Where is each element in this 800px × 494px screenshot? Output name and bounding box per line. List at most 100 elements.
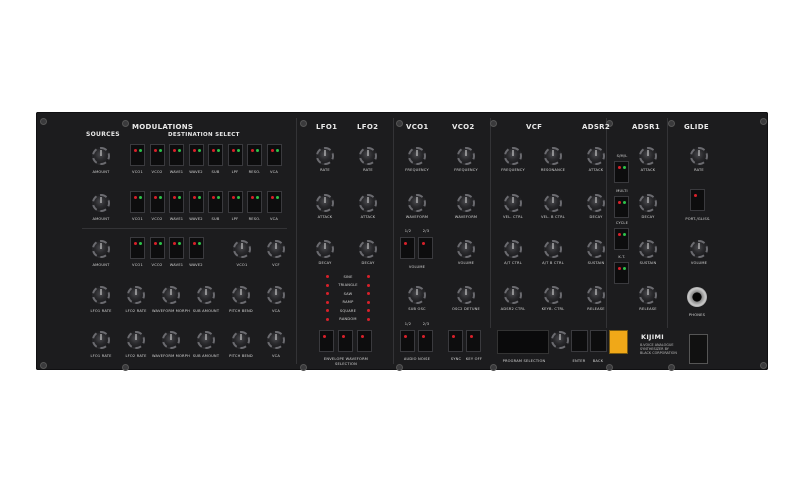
lfo1-decay-knob[interactable]	[316, 240, 334, 258]
vco2-waveform-knob[interactable]	[457, 194, 475, 212]
mod-amount-knob[interactable]	[92, 147, 110, 165]
vcf-at-b-ctrl-knob[interactable]	[544, 240, 562, 258]
mod-control-knob[interactable]	[92, 286, 110, 304]
mod-control-knob[interactable]	[267, 331, 285, 349]
vco1-octave-button-2[interactable]	[418, 237, 433, 259]
mod-control-knob[interactable]	[162, 331, 180, 349]
port-gliss-button[interactable]	[690, 189, 705, 211]
mod-dest-button[interactable]	[247, 144, 262, 166]
adsr-mode-switch[interactable]	[614, 161, 629, 183]
envelope-button-3[interactable]	[357, 330, 372, 352]
vco2-frequency-knob[interactable]	[457, 147, 475, 165]
mod-control-knob[interactable]	[127, 331, 145, 349]
mod-dest-button[interactable]	[188, 144, 204, 166]
vco2-volume-knob[interactable]	[457, 240, 475, 258]
envelope-button-1[interactable]	[319, 330, 334, 352]
lfo1-rate-knob[interactable]	[316, 147, 334, 165]
mod-dest-button[interactable]	[130, 237, 145, 259]
mod-dest-button[interactable]	[169, 191, 184, 213]
lfo1-attack-knob[interactable]	[316, 194, 334, 212]
volume-knob[interactable]	[690, 240, 708, 258]
lfo2-attack-knob[interactable]	[359, 194, 377, 212]
glide-rate-knob[interactable]	[690, 147, 708, 165]
vcf-frequency-knob[interactable]	[504, 147, 522, 165]
audio-button-2[interactable]	[418, 330, 433, 352]
mod-control-knob[interactable]	[162, 286, 180, 304]
mod-dest-button[interactable]	[247, 191, 262, 213]
mod-dest-button[interactable]	[169, 237, 184, 259]
adsr-mode-switch[interactable]	[614, 196, 629, 218]
vcf-keyb-ctrl-knob[interactable]	[544, 286, 562, 304]
vco1-octave-button-1[interactable]	[400, 237, 415, 259]
mod-amount-knob[interactable]	[92, 240, 110, 258]
adsr1-sustain-knob[interactable]	[639, 240, 657, 258]
program-selection-knob[interactable]	[551, 331, 569, 349]
mod-dest-button[interactable]	[227, 191, 243, 213]
enter-button[interactable]	[571, 330, 588, 352]
vcf-at-ctrl-knob[interactable]	[504, 240, 522, 258]
mod-dest-button[interactable]	[149, 237, 165, 259]
adsr1-decay-knob[interactable]	[639, 194, 657, 212]
phones-jack[interactable]	[687, 287, 707, 307]
osc2-detune-knob[interactable]	[457, 286, 475, 304]
adsr2-attack-knob[interactable]	[587, 147, 605, 165]
mod-dest-button[interactable]	[227, 144, 243, 166]
mod-control-knob[interactable]	[92, 331, 110, 349]
envelope-button-2[interactable]	[338, 330, 353, 352]
vco1-mod-knob[interactable]	[233, 240, 251, 258]
adsr2-release-knob[interactable]	[587, 286, 605, 304]
mod-amount-knob[interactable]	[92, 194, 110, 212]
vco1-waveform-knob[interactable]	[408, 194, 426, 212]
key-off-label: KEY OFF	[465, 357, 483, 361]
adsr-mode-switch[interactable]	[614, 228, 629, 250]
mod-dest-button[interactable]	[130, 191, 145, 213]
power-switch[interactable]	[689, 334, 708, 364]
adsr2-sustain-knob[interactable]	[587, 240, 605, 258]
key-off-button[interactable]	[466, 330, 481, 352]
mod-control-knob[interactable]	[127, 286, 145, 304]
mod-control-knob[interactable]	[232, 331, 250, 349]
led-indicator	[694, 194, 697, 197]
sub-osc-knob[interactable]	[408, 286, 426, 304]
panel-screw	[122, 120, 129, 127]
led-indicator	[178, 149, 181, 152]
vco1-frequency-knob[interactable]	[408, 147, 426, 165]
mod-control-knob[interactable]	[197, 331, 215, 349]
mod-dest-button[interactable]	[149, 144, 165, 166]
mod-control-knob[interactable]	[197, 286, 215, 304]
mod-control-knob[interactable]	[267, 286, 285, 304]
adsr-mode-switch[interactable]	[614, 262, 629, 284]
vcf-vel-b-ctrl-knob[interactable]	[544, 194, 562, 212]
mod-dest-button[interactable]	[266, 144, 282, 166]
mod-dest-label: VCA	[269, 170, 279, 174]
mod-dest-button[interactable]	[208, 191, 223, 213]
adsr1-release-knob[interactable]	[639, 286, 657, 304]
volume-knob-label: VOLUME	[690, 261, 708, 265]
mod-dest-button[interactable]	[169, 144, 184, 166]
vcf-mod-knob[interactable]	[267, 240, 285, 258]
vcf-adsr2-ctrl-knob[interactable]	[504, 286, 522, 304]
lfo2-rate-knob[interactable]	[359, 147, 377, 165]
lfo2-rate-knob-label: RATE	[363, 168, 373, 172]
audio-button-1[interactable]	[400, 330, 415, 352]
mod-dest-button[interactable]	[266, 191, 282, 213]
adsr2-decay-knob[interactable]	[587, 194, 605, 212]
lfo2-decay-knob[interactable]	[359, 240, 377, 258]
mod-dest-button[interactable]	[208, 144, 223, 166]
panel-screw	[668, 364, 675, 371]
vcf-vel-ctrl-knob[interactable]	[504, 194, 522, 212]
mod-dest-label: WAVE2	[189, 263, 203, 267]
adsr1-attack-knob[interactable]	[639, 147, 657, 165]
sync-button[interactable]	[448, 330, 463, 352]
mod-dest-button[interactable]	[149, 191, 165, 213]
vcf-resonance-knob[interactable]	[544, 147, 562, 165]
mod-control-knob[interactable]	[232, 286, 250, 304]
back-button[interactable]	[590, 330, 607, 352]
shift-button[interactable]	[609, 330, 628, 354]
mod-dest-button[interactable]	[188, 237, 204, 259]
mod-dest-button[interactable]	[188, 191, 204, 213]
mod-dest-button[interactable]	[130, 144, 145, 166]
led-indicator	[404, 242, 407, 245]
mod-amount-knob-label: AMOUNT	[92, 217, 110, 221]
glide-rate-knob-label: RATE	[694, 168, 704, 172]
